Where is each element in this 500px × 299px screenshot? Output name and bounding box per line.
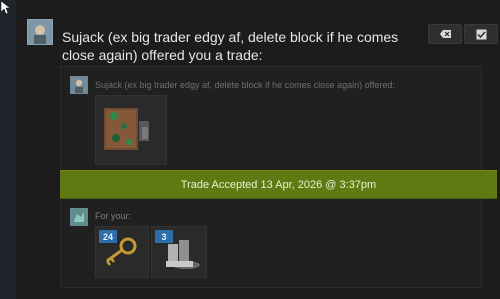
crate-icon: [104, 108, 149, 150]
mouse-pointer-icon: [1, 1, 11, 15]
trade-accepted-text: Trade Accepted 13 Apr, 2026 @ 3:37pm: [180, 178, 377, 191]
quantity-badge: 24: [99, 230, 117, 243]
trade-headline: Sujack (ex big trader edgy af, delete bl…: [62, 29, 399, 63]
sender-small-avatar: [70, 76, 88, 94]
sender-avatar[interactable]: [27, 19, 53, 45]
requested-item-key[interactable]: 24: [95, 226, 149, 278]
left-panel-strip: [0, 0, 17, 299]
requested-item-stack[interactable]: 3: [151, 226, 207, 278]
sender-small-avatar-image: [71, 77, 87, 93]
check-box-icon: [476, 29, 486, 39]
offered-label: Sujack (ex big trader edgy af, delete bl…: [95, 80, 396, 90]
quantity-badge: 3: [155, 230, 173, 243]
dismiss-button[interactable]: [428, 24, 462, 44]
for-your-label: For your:: [95, 211, 132, 221]
tag-x-icon: [439, 30, 451, 38]
confirm-button[interactable]: [464, 24, 498, 44]
recipient-small-avatar: [70, 208, 88, 226]
offered-item-slot[interactable]: [95, 95, 167, 165]
trade-accepted-banner: Trade Accepted 13 Apr, 2026 @ 3:37pm: [60, 170, 497, 199]
sender-avatar-image: [28, 20, 52, 44]
recipient-small-avatar-image: [71, 209, 87, 225]
